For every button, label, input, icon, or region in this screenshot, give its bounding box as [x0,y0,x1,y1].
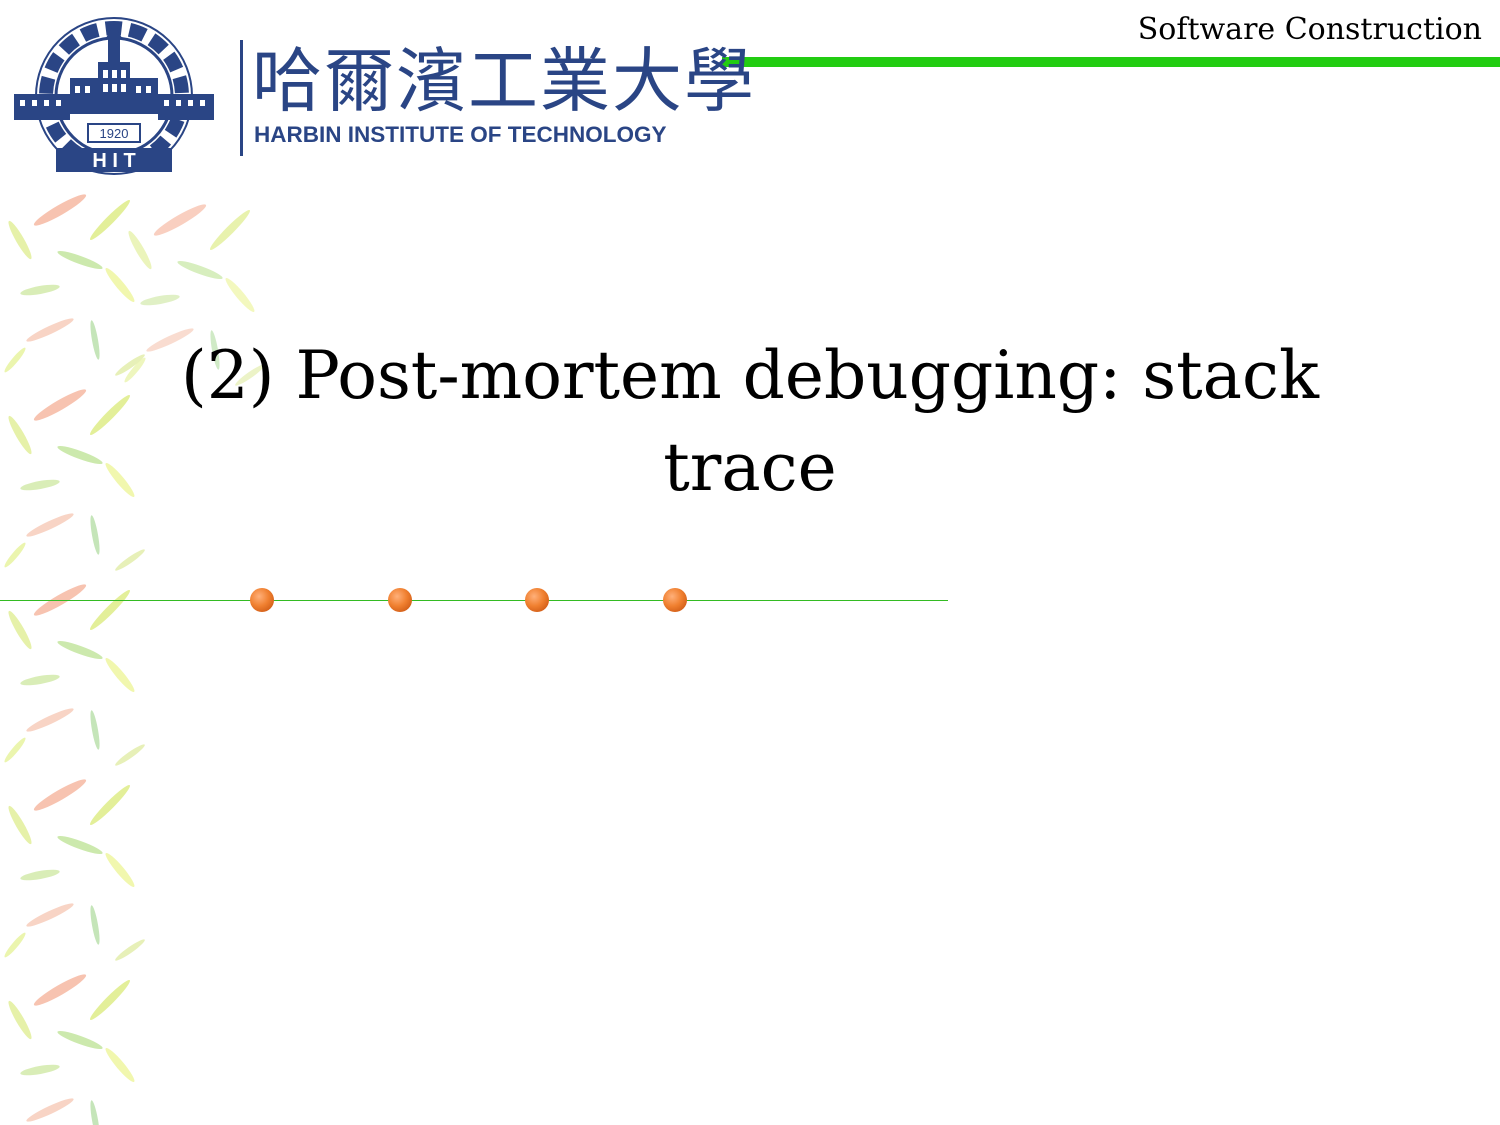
university-name-cn: 哈爾濱工業大學 [252,40,756,122]
course-title: Software Construction [1137,12,1482,47]
header-accent-bar [722,57,1500,67]
bullet-dot [663,588,687,612]
emblem-letters: H I T [92,150,135,172]
bullet-dot [388,588,412,612]
divider-line [0,600,948,601]
university-name-en: HARBIN INSTITUTE OF TECHNOLOGY [254,122,667,147]
hit-emblem-logo: 1920 H I T [14,17,214,175]
slide-title: (2) Post-mortem debugging: stack trace [181,337,1319,506]
logo-divider [240,40,243,156]
bullet-dot [250,588,274,612]
slide: Software Construction 1920 H I T 哈爾濱工業大學… [0,0,1500,1125]
emblem-year: 1920 [100,126,129,141]
bullet-dot [525,588,549,612]
